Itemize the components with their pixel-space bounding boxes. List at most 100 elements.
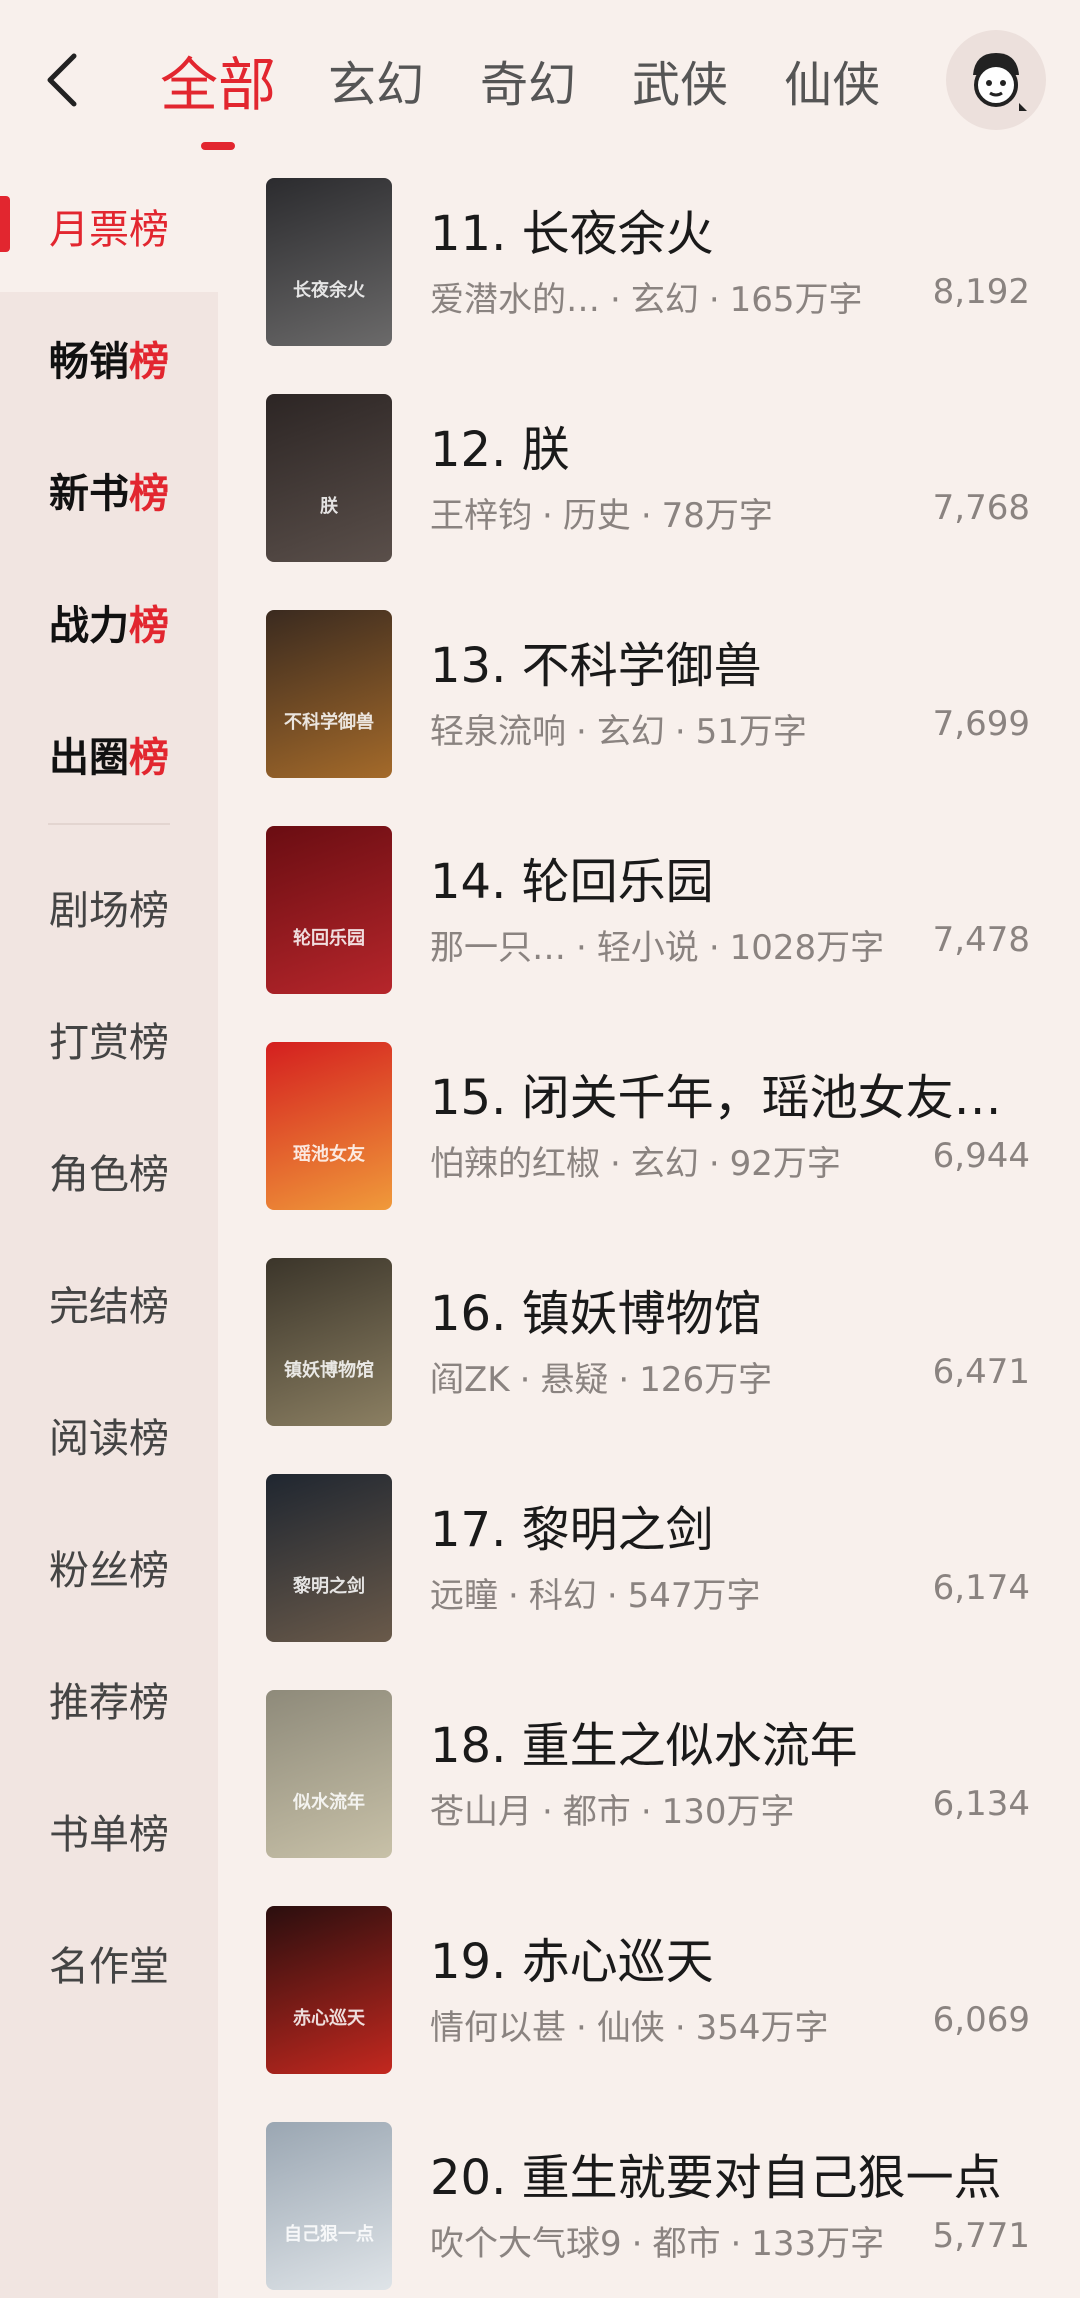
book-cover: 瑶池女友	[266, 1042, 392, 1210]
book-title: 17. 黎明之剑	[430, 1502, 714, 1558]
tab-xuanhuan[interactable]: 玄幻	[328, 45, 424, 115]
book-words: 165万字	[729, 280, 863, 320]
category-tabs: 全部 玄幻 奇幻 武侠 仙侠	[160, 0, 936, 160]
list-item[interactable]: 自己狠一点 20. 重生就要对自己狠一点 吹个大气球9 · 都市 · 133万字 5,771	[218, 2104, 1080, 2298]
book-author: 轻泉流响	[430, 712, 566, 752]
list-item[interactable]: 朕 12. 朕王梓钧 · 历史 · 78万字 7,768	[218, 376, 1080, 592]
sidebar-item-character[interactable]: 角色榜	[0, 1105, 218, 1237]
book-cover-art-text: 赤心巡天	[293, 2008, 365, 2029]
book-cover: 似水流年	[266, 1690, 392, 1858]
meta-separator-dot: ·	[542, 1792, 553, 1832]
meta-separator-dot: ·	[508, 1576, 519, 1616]
meta-separator-dot: ·	[542, 496, 553, 536]
ticket-count: 6,134	[932, 1784, 1030, 1824]
book-cover: 长夜余火	[266, 178, 392, 346]
book-meta: 情何以甚 · 仙侠 · 354万字	[430, 2000, 829, 2049]
list-item[interactable]: 不科学御兽 13. 不科学御兽 轻泉流响 · 玄幻 · 51万字 7,699	[218, 592, 1080, 808]
list-item[interactable]: 黎明之剑 17. 黎明之剑 远瞳 · 科幻 · 547万字 6,174	[218, 1456, 1080, 1672]
tab-xianxia[interactable]: 仙侠	[784, 45, 880, 115]
sidebar-item-theater[interactable]: 剧场榜	[0, 841, 218, 973]
list-item[interactable]: 镇妖博物馆 16. 镇妖博物馆 阎ZK · 悬疑 · 126万字 6,471	[218, 1240, 1080, 1456]
tab-wuxia[interactable]: 武侠	[632, 45, 728, 115]
book-genre: 历史	[562, 496, 631, 536]
avatar[interactable]	[946, 30, 1046, 130]
book-words: 130万字	[661, 1792, 795, 1832]
top-bar: 全部 玄幻 奇幻 武侠 仙侠	[0, 0, 1080, 160]
book-cover: 镇妖博物馆	[266, 1258, 392, 1426]
book-author: 情何以甚	[430, 2008, 566, 2048]
book-words: 354万字	[695, 2008, 829, 2048]
sidebar-item-new-book[interactable]: 新书榜	[0, 424, 218, 556]
sidebar-item-fans[interactable]: 粉丝榜	[0, 1501, 218, 1633]
book-author: 那一只…	[430, 928, 566, 968]
book-meta: 爱潜水的… · 玄幻 · 165万字	[430, 272, 863, 321]
book-cover-art-text: 黎明之剑	[293, 1576, 365, 1597]
meta-separator-dot: ·	[618, 1360, 630, 1400]
meta-separator-dot: ·	[519, 1360, 531, 1400]
book-cover: 黎明之剑	[266, 1474, 392, 1642]
list-item[interactable]: 长夜余火 11. 长夜余火 爱潜水的… · 玄幻 · 165万字 8,192	[218, 160, 1080, 376]
meta-separator-dot: ·	[606, 1576, 618, 1616]
sidebar-item-monthly-ticket[interactable]: 月票榜	[0, 160, 218, 292]
ticket-count: 5,771	[932, 2216, 1030, 2256]
ticket-count: 8,192	[932, 272, 1030, 312]
sidebar-item-completed[interactable]: 完结榜	[0, 1237, 218, 1369]
sidebar-item-recommend[interactable]: 推荐榜	[0, 1633, 218, 1765]
rank-sidebar: 月票榜 畅销榜 新书榜 战力榜 出圈榜 剧场榜 打赏榜 角色榜 完结榜 阅读榜 …	[0, 160, 218, 2298]
ticket-count: 6,944	[932, 1136, 1030, 1176]
sidebar-item-bestseller[interactable]: 畅销榜	[0, 292, 218, 424]
tab-all[interactable]: 全部	[160, 38, 276, 150]
ticket-count: 7,768	[932, 488, 1030, 528]
book-author: 阎ZK	[430, 1360, 510, 1400]
book-cover: 轮回乐园	[266, 826, 392, 994]
meta-separator-dot: ·	[730, 2224, 742, 2264]
book-genre: 玄幻	[630, 280, 699, 320]
book-meta: 王梓钧 · 历史 · 78万字	[430, 488, 773, 537]
book-meta: 苍山月 · 都市 · 130万字	[430, 1784, 795, 1833]
meta-separator-dot: ·	[610, 1144, 621, 1184]
book-genre: 悬疑	[540, 1360, 609, 1400]
book-title: 12. 朕	[430, 422, 570, 478]
sidebar-item-booklist[interactable]: 书单榜	[0, 1765, 218, 1897]
book-cover-art-text: 似水流年	[293, 1792, 365, 1813]
meta-separator-dot: ·	[576, 2008, 587, 2048]
sidebar-item-power[interactable]: 战力榜	[0, 556, 218, 688]
book-title: 15. 闭关千年，瑶池女友…	[430, 1070, 1002, 1126]
sidebar-divider	[48, 823, 170, 825]
sidebar-item-reading[interactable]: 阅读榜	[0, 1369, 218, 1501]
book-author: 远瞳	[430, 1576, 498, 1616]
book-cover-art-text: 镇妖博物馆	[284, 1360, 374, 1381]
tab-qihuan[interactable]: 奇幻	[480, 45, 576, 115]
sidebar-item-tip[interactable]: 打赏榜	[0, 973, 218, 1105]
book-words: 51万字	[695, 712, 807, 752]
list-item[interactable]: 赤心巡天 19. 赤心巡天 情何以甚 · 仙侠 · 354万字 6,069	[218, 1888, 1080, 2104]
ticket-count: 7,478	[932, 920, 1030, 960]
sidebar-item-hall-of-fame[interactable]: 名作堂	[0, 1897, 218, 2029]
meta-separator-dot: ·	[610, 280, 621, 320]
book-author: 吹个大气球9	[430, 2224, 622, 2264]
book-cover-art-text: 轮回乐园	[293, 928, 365, 949]
avatar-icon	[973, 53, 1027, 111]
meta-separator-dot: ·	[640, 496, 652, 536]
meta-separator-dot: ·	[674, 2008, 686, 2048]
ticket-count: 6,471	[932, 1352, 1030, 1392]
book-words: 1028万字	[729, 928, 885, 968]
list-item[interactable]: 轮回乐园 14. 轮回乐园 那一只… · 轻小说 · 1028万字 7,478	[218, 808, 1080, 1024]
book-words: 78万字	[661, 496, 773, 536]
book-meta: 轻泉流响 · 玄幻 · 51万字	[430, 704, 807, 753]
book-cover-art-text: 朕	[320, 496, 338, 517]
sidebar-item-highlight-char: 榜	[129, 735, 169, 781]
sidebar-item-highlight-char: 榜	[129, 339, 169, 385]
book-meta: 吹个大气球9 · 都市 · 133万字	[430, 2216, 884, 2265]
meta-separator-dot: ·	[708, 1144, 720, 1184]
book-genre: 都市	[652, 2224, 721, 2264]
sidebar-item-breakout[interactable]: 出圈榜	[0, 688, 218, 820]
book-genre: 轻小说	[596, 928, 699, 968]
ticket-count: 6,069	[932, 2000, 1030, 2040]
book-genre: 玄幻	[596, 712, 665, 752]
list-item[interactable]: 瑶池女友 15. 闭关千年，瑶池女友… 怕辣的红椒 · 玄幻 · 92万字 6,944	[218, 1024, 1080, 1240]
meta-separator-dot: ·	[708, 928, 720, 968]
list-item[interactable]: 似水流年 18. 重生之似水流年 苍山月 · 都市 · 130万字 6,134	[218, 1672, 1080, 1888]
back-button[interactable]	[22, 40, 102, 120]
book-title: 13. 不科学御兽	[430, 638, 762, 694]
